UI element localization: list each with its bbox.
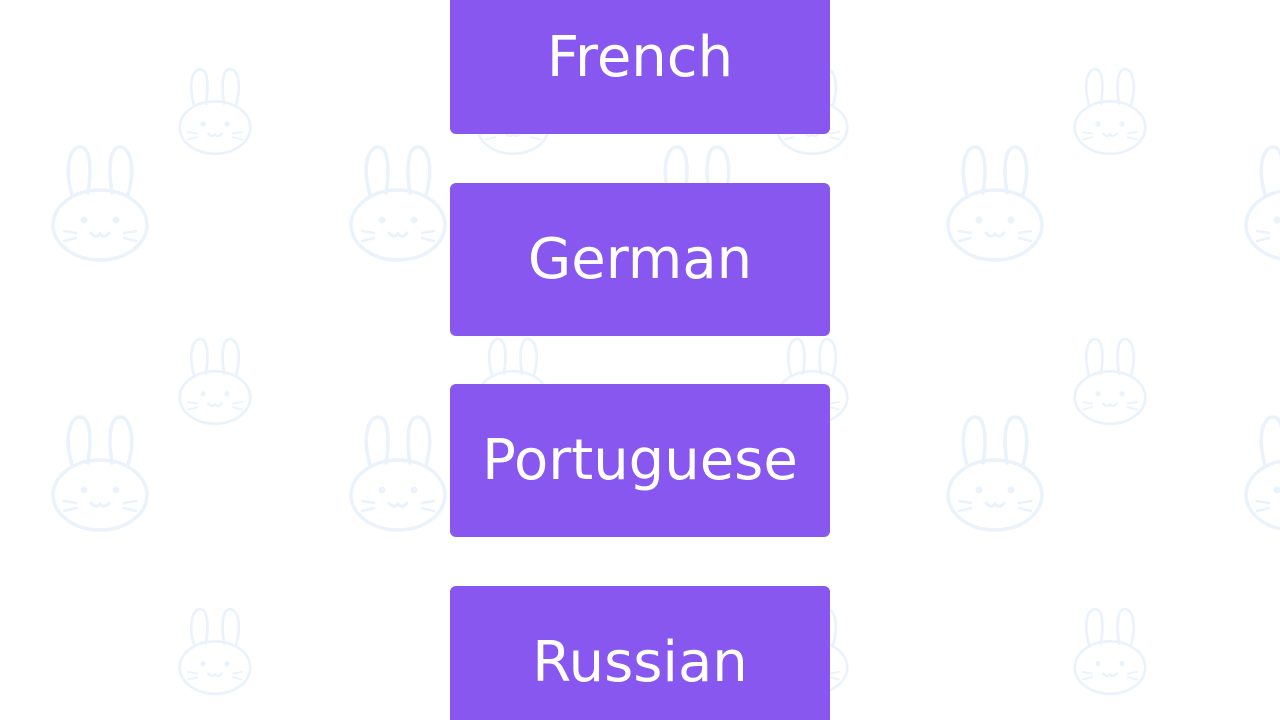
language-option-russian[interactable]: Russian <box>450 586 830 720</box>
bunny-face-icon <box>1073 607 1147 696</box>
bunny-face-icon <box>178 337 252 426</box>
bunny-face-icon <box>178 67 252 156</box>
bunny-face-icon <box>1244 145 1280 262</box>
language-option-portuguese[interactable]: Portuguese <box>450 384 830 537</box>
language-option-german[interactable]: German <box>450 183 830 336</box>
bunny-face-icon <box>51 145 149 262</box>
bunny-face-icon <box>946 145 1044 262</box>
bunny-face-icon <box>349 145 447 262</box>
bunny-face-icon <box>1073 67 1147 156</box>
bunny-face-icon <box>178 607 252 696</box>
bunny-face-icon <box>946 415 1044 532</box>
bunny-face-icon <box>1073 337 1147 426</box>
bunny-face-icon <box>51 415 149 532</box>
bunny-face-icon <box>1244 415 1280 532</box>
bunny-face-icon <box>349 415 447 532</box>
language-option-french[interactable]: French <box>450 0 830 134</box>
language-select-screen: French German Portuguese Russian <box>0 0 1280 720</box>
